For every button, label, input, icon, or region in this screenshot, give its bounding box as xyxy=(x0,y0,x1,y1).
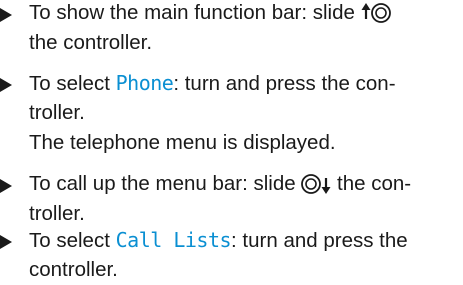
step-2-line-1: To select Phone: turn and press the con- xyxy=(29,68,396,99)
step-2-text-end: : turn and press the con- xyxy=(173,72,396,95)
step-1-text: To show the main function bar: slide xyxy=(29,1,361,24)
step-4-text: To select xyxy=(29,229,116,252)
call-lists-menu-item-label: Call Lists xyxy=(115,228,232,252)
step-3-text: To call up the menu bar: slide xyxy=(29,172,302,195)
controller-slide-down-icon xyxy=(301,170,331,196)
step-2-text: To select xyxy=(29,72,116,95)
step-3-line-1: To call up the menu bar: slide the con- xyxy=(29,169,411,199)
instruction-document: To show the main function bar: slide the… xyxy=(0,0,463,281)
controller-slide-up-icon xyxy=(361,0,391,25)
step-3-text-end: the con- xyxy=(331,172,412,195)
phone-menu-item-label: Phone xyxy=(115,71,174,95)
bullet-arrow-icon xyxy=(0,78,12,92)
step-4-line-1: To select Call Lists: turn and press the xyxy=(29,225,408,256)
step-4-text-end: : turn and press the xyxy=(231,229,408,252)
step-1-line-2: the controller. xyxy=(29,31,153,54)
step-2-result: The telephone menu is displayed. xyxy=(29,131,336,154)
bullet-arrow-icon xyxy=(0,8,12,22)
bullet-arrow-icon xyxy=(0,179,12,193)
bullet-arrow-icon xyxy=(0,235,12,249)
step-1-line-1: To show the main function bar: slide xyxy=(29,0,391,28)
step-2-line-2: troller. xyxy=(29,101,85,124)
